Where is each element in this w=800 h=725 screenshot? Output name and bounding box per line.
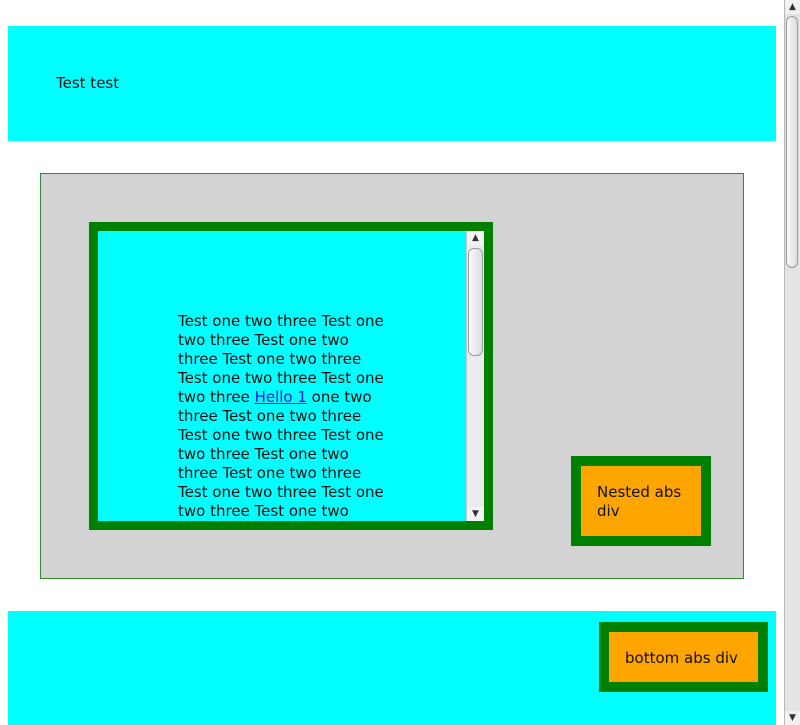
page-scroll-down-icon[interactable]: ▼ [785,711,800,725]
inner-scroll-thumb[interactable] [468,248,483,356]
bottom-abs-div: bottom abs div [599,622,768,692]
page-scroll-up-icon[interactable]: ▲ [785,0,800,14]
bottom-abs-div-text: bottom abs div [625,649,738,667]
top-banner: Test test [8,26,776,141]
hello-1-link[interactable]: Hello 1 [255,388,307,406]
scroll-text-after-link: one two three Test one two three Test on… [178,388,384,530]
scrollable-box-content: Test one two three Test one two three Te… [178,312,388,530]
nested-abs-div-text: Nested abs div [597,483,682,520]
scrollable-box[interactable]: Test one two three Test one two three Te… [89,222,493,530]
page-scroll-thumb[interactable] [786,16,798,268]
nested-abs-div: Nested abs div [571,456,711,546]
inner-scroll-up-icon[interactable]: ▲ [467,231,484,245]
inner-scroll-down-icon[interactable]: ▼ [467,507,484,521]
page-scrollbar[interactable]: ▲ ▼ [784,0,800,725]
top-banner-text: Test test [56,74,120,92]
inner-scrollbar[interactable]: ▲ ▼ [466,231,484,521]
